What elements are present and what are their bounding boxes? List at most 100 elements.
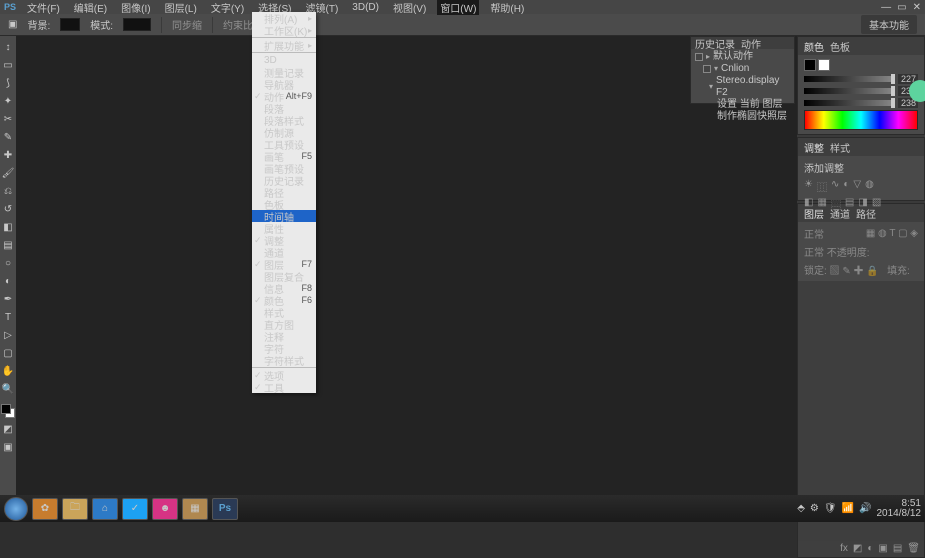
layer-kind-select[interactable]: 正常 bbox=[804, 226, 824, 241]
b-slider[interactable] bbox=[804, 100, 894, 106]
group-icon[interactable]: ▣ bbox=[878, 543, 887, 555]
hand-tool-icon[interactable]: ✋ bbox=[1, 364, 15, 378]
eyedropper-tool-icon[interactable]: ✎ bbox=[1, 130, 15, 144]
path-tool-icon[interactable]: ▷ bbox=[1, 328, 15, 342]
taskbar-app-4[interactable]: ▦ bbox=[182, 498, 208, 520]
menu-item-颜色[interactable]: ✓颜色F6 bbox=[252, 294, 316, 306]
mode-select[interactable] bbox=[123, 18, 151, 31]
tray-network-icon[interactable]: 📶 bbox=[842, 503, 854, 514]
blend-mode-select[interactable]: 正常 bbox=[804, 248, 824, 259]
tab-color[interactable]: 颜色 bbox=[804, 39, 824, 54]
menu-item-属性[interactable]: 属性 bbox=[252, 222, 316, 234]
mask-icon[interactable]: ◩ bbox=[853, 543, 862, 555]
tab-swatches[interactable]: 色板 bbox=[830, 39, 850, 54]
quickmask-icon[interactable]: ◩ bbox=[1, 422, 15, 436]
menu-view[interactable]: 视图(V) bbox=[390, 0, 429, 15]
menu-item-导航器[interactable]: 导航器 bbox=[252, 78, 316, 90]
menu-item-字符样式[interactable]: 字符样式 bbox=[252, 354, 316, 366]
marquee-tool-icon[interactable]: ▭ bbox=[1, 58, 15, 72]
menu-item-路径[interactable]: 路径 bbox=[252, 186, 316, 198]
fg-color-swatch[interactable] bbox=[804, 59, 816, 71]
fx-icon[interactable]: fx bbox=[840, 543, 848, 555]
menu-item-工具预设[interactable]: 工具预设 bbox=[252, 138, 316, 150]
menu-item-调整[interactable]: ✓调整 bbox=[252, 234, 316, 246]
type-tool-icon[interactable]: T bbox=[1, 310, 15, 324]
adj-levels-icon[interactable]: ⿲ bbox=[817, 179, 827, 194]
menu-help[interactable]: 帮助(H) bbox=[487, 0, 527, 15]
adj-brightness-icon[interactable]: ☀ bbox=[804, 179, 813, 194]
start-button[interactable] bbox=[4, 497, 28, 521]
adj-photo-icon[interactable]: ▦ bbox=[817, 197, 826, 212]
action-set[interactable]: Cnlion bbox=[721, 63, 749, 75]
menu-image[interactable]: 图像(I) bbox=[118, 0, 153, 15]
stamp-tool-icon[interactable]: ⎌ bbox=[1, 184, 15, 198]
menu-item-注释[interactable]: 注释 bbox=[252, 330, 316, 342]
canvas-area[interactable] bbox=[16, 36, 797, 495]
menu-item-工作区(K)[interactable]: 工作区(K)▸ bbox=[252, 24, 316, 36]
action-step-2[interactable]: 制作椭圆快照层 bbox=[717, 111, 787, 123]
dodge-tool-icon[interactable]: ◐ bbox=[1, 274, 15, 288]
menu-item-选项[interactable]: ✓选项 bbox=[252, 369, 316, 381]
tray-icon-2[interactable]: ⚙ bbox=[810, 503, 819, 514]
menu-layer[interactable]: 图层(L) bbox=[162, 0, 200, 15]
tray-icon-3[interactable]: 🛡 bbox=[824, 503, 837, 514]
sync-checkbox-label[interactable]: 同步缩 bbox=[172, 17, 202, 32]
tab-actions[interactable]: 动作 bbox=[741, 36, 761, 51]
bg-color-swatch[interactable] bbox=[818, 59, 830, 71]
assistant-badge-icon[interactable] bbox=[909, 80, 925, 102]
taskbar-app-2[interactable]: ✓ bbox=[122, 498, 148, 520]
adj-curves-icon[interactable]: ∿ bbox=[831, 179, 839, 194]
tab-adjustments[interactable]: 调整 bbox=[804, 140, 824, 155]
tray-volume-icon[interactable]: 🔊 bbox=[859, 503, 871, 514]
screenmode-icon[interactable]: ▣ bbox=[1, 440, 15, 454]
history-brush-icon[interactable]: ↺ bbox=[1, 202, 15, 216]
tab-styles[interactable]: 样式 bbox=[830, 140, 850, 155]
taskbar-browser[interactable]: ⌂ bbox=[92, 498, 118, 520]
move-tool-icon[interactable]: ↕ bbox=[1, 40, 15, 54]
tray-clock[interactable]: 8:51 2014/8/12 bbox=[877, 499, 922, 519]
brush-tool-icon[interactable]: 🖌 bbox=[1, 166, 15, 180]
menu-item-图层复合[interactable]: 图层复合 bbox=[252, 270, 316, 282]
blur-tool-icon[interactable]: ○ bbox=[1, 256, 15, 270]
menu-item-时间轴[interactable]: 时间轴 bbox=[252, 210, 316, 222]
menu-window[interactable]: 窗口(W) bbox=[437, 0, 479, 15]
close-icon[interactable]: ✕ bbox=[913, 2, 921, 13]
action-item[interactable]: Stereo.display F2 bbox=[716, 75, 790, 99]
adj-exposure-icon[interactable]: ◐ bbox=[843, 179, 849, 194]
adj-hue-icon[interactable]: ◍ bbox=[865, 179, 874, 194]
adj-layer-icon[interactable]: ◐ bbox=[867, 543, 873, 555]
menu-item-信息[interactable]: 信息F8 bbox=[252, 282, 316, 294]
wand-tool-icon[interactable]: ✦ bbox=[1, 94, 15, 108]
adj-post-icon[interactable]: ▧ bbox=[872, 197, 881, 212]
new-layer-icon[interactable]: ▤ bbox=[893, 543, 902, 555]
adj-lut-icon[interactable]: ▤ bbox=[845, 197, 854, 212]
bg-swatch[interactable] bbox=[60, 18, 80, 31]
g-slider[interactable] bbox=[804, 88, 894, 94]
menu-item-通道[interactable]: 通道 bbox=[252, 246, 316, 258]
crop-tool-icon[interactable]: ▣ bbox=[8, 19, 17, 30]
menu-item-动作[interactable]: ✓动作Alt+F9 bbox=[252, 90, 316, 102]
workspace-switcher[interactable]: 基本功能 bbox=[861, 15, 917, 34]
tab-history[interactable]: 历史记录 bbox=[695, 36, 735, 51]
menu-item-历史记录[interactable]: 历史记录 bbox=[252, 174, 316, 186]
menu-3d[interactable]: 3D(D) bbox=[349, 2, 382, 13]
eraser-tool-icon[interactable]: ◧ bbox=[1, 220, 15, 234]
fg-bg-swatch[interactable] bbox=[1, 404, 15, 418]
heal-tool-icon[interactable]: ✚ bbox=[1, 148, 15, 162]
taskbar-app-3[interactable]: ☻ bbox=[152, 498, 178, 520]
menu-item-直方图[interactable]: 直方图 bbox=[252, 318, 316, 330]
adj-mixer-icon[interactable]: ⿳ bbox=[831, 197, 841, 212]
minimize-icon[interactable]: — bbox=[881, 2, 891, 13]
adj-invert-icon[interactable]: ◨ bbox=[858, 197, 867, 212]
delete-icon[interactable]: 🗑 bbox=[907, 543, 920, 555]
color-spectrum[interactable] bbox=[804, 110, 918, 130]
gradient-tool-icon[interactable]: ▤ bbox=[1, 238, 15, 252]
shape-tool-icon[interactable]: ▢ bbox=[1, 346, 15, 360]
menu-edit[interactable]: 编辑(E) bbox=[71, 0, 110, 15]
menu-item-扩展功能[interactable]: 扩展功能▸ bbox=[252, 39, 316, 51]
maximize-icon[interactable]: ▭ bbox=[897, 2, 906, 13]
menu-item-工具[interactable]: ✓工具 bbox=[252, 381, 316, 393]
action-folder[interactable]: 默认动作 bbox=[713, 51, 753, 63]
tray-icon-1[interactable]: ⬘ bbox=[797, 503, 805, 514]
crop-tool-icon[interactable]: ✂ bbox=[1, 112, 15, 126]
